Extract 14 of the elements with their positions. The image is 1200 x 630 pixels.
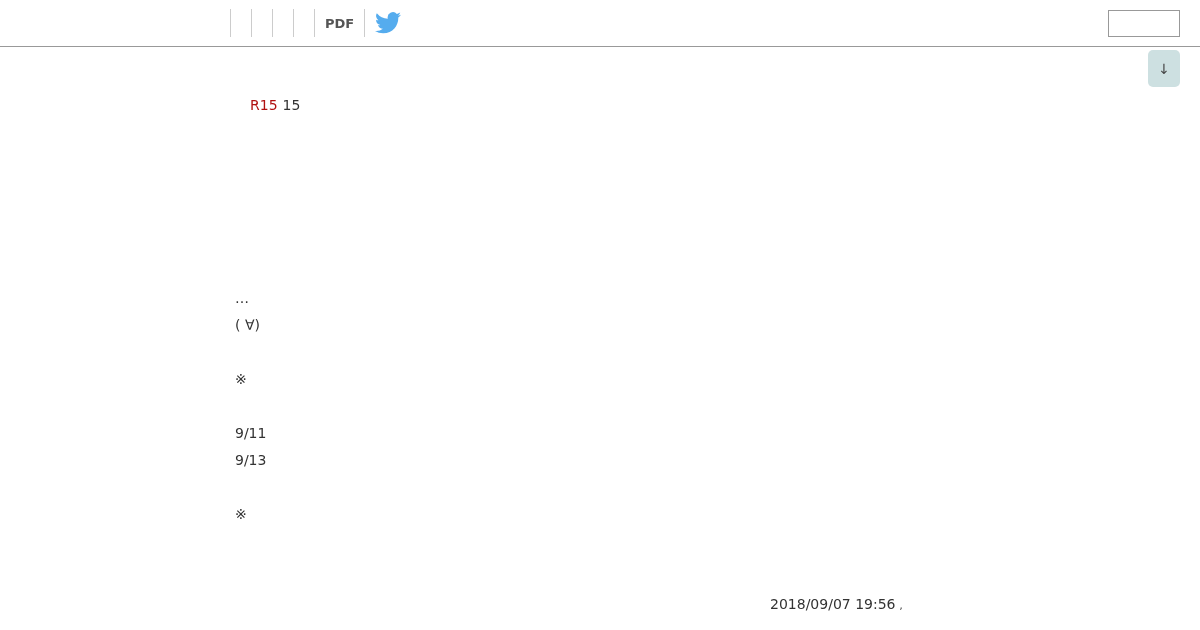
body-text: ※ bbox=[235, 505, 248, 524]
post-timestamp: 2018/09/07 19:56 bbox=[770, 596, 896, 612]
body-text: 9/13 bbox=[235, 451, 268, 470]
pdf-link[interactable]: PDF bbox=[325, 15, 355, 31]
search-field[interactable] bbox=[1108, 9, 1180, 37]
scroll-down-button[interactable]: ↓ bbox=[1148, 50, 1180, 87]
body-text: ( ∀) bbox=[235, 316, 261, 335]
body-text: … bbox=[235, 289, 250, 308]
body-text: ※ bbox=[235, 370, 248, 389]
bird-icon[interactable] bbox=[375, 12, 402, 34]
body-text: 9/11 bbox=[235, 424, 268, 443]
rating-text: 15 bbox=[282, 97, 301, 113]
timestamp-suffix: , bbox=[899, 600, 903, 611]
rating-tag: R15 bbox=[250, 97, 278, 113]
